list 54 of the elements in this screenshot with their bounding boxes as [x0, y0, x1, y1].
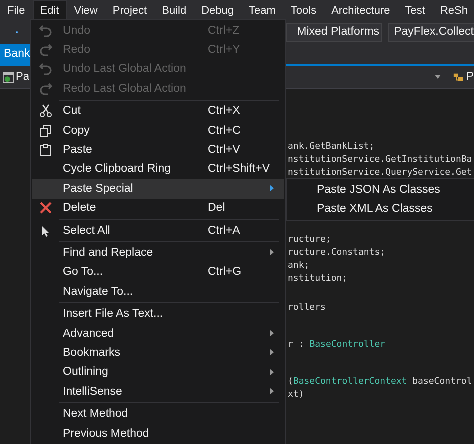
menu-item[interactable]: Debug: [194, 0, 242, 20]
code-line: ructure;: [288, 234, 332, 247]
menu-item[interactable]: Architecture: [324, 0, 398, 20]
menu-item[interactable]: IntelliSense: [32, 382, 284, 402]
menu-item[interactable]: Cycle Clipboard Ring Ctrl+Shift+V: [32, 160, 284, 180]
shortcut-text: Ctrl+Z: [208, 24, 241, 37]
menu-item[interactable]: Team: [242, 0, 284, 20]
dropdown[interactable]: PayFlex.Collect: [388, 22, 474, 42]
menu-item[interactable]: Outlining: [32, 362, 284, 382]
menu-item[interactable]: Paste Special: [32, 179, 284, 199]
shortcut-text: Ctrl+Shift+V: [208, 163, 270, 176]
code-line: rollers: [288, 302, 326, 315]
code-line: r : BaseController: [288, 339, 386, 352]
shortcut-text: Ctrl+A: [208, 224, 242, 237]
code-line: nstitutionService.GetInstitutionBa: [288, 154, 472, 167]
menu-item[interactable]: Next Method: [32, 404, 284, 424]
code-line: nstitution;: [288, 273, 348, 286]
menu-item[interactable]: Test: [398, 0, 433, 20]
menu-item[interactable]: Insert File As Text...: [32, 304, 284, 324]
dropdown[interactable]: Mixed Platforms: [286, 22, 382, 42]
menu-item[interactable]: Edit: [32, 0, 67, 20]
shortcut-text: Ctrl+C: [208, 124, 242, 137]
menu-item[interactable]: Cut Ctrl+X: [32, 102, 284, 121]
menu-item[interactable]: Paste XML As Classes: [287, 200, 474, 219]
shortcut-text: Ctrl+X: [208, 105, 242, 118]
menu-item[interactable]: Bookmarks: [32, 343, 284, 363]
code-line: xt): [288, 389, 304, 402]
menu-item[interactable]: Paste JSON As Classes: [287, 180, 474, 200]
navigation-text: Pa: [16, 71, 30, 83]
menu-item[interactable]: Find and Replace: [32, 243, 284, 263]
menu-item[interactable]: Navigate To...: [32, 282, 284, 302]
menu-item[interactable]: File: [0, 0, 33, 20]
menu-item[interactable]: Previous Method: [32, 424, 284, 444]
menu-item[interactable]: Go To... Ctrl+G: [32, 262, 284, 282]
menu-item[interactable]: Delete Del: [32, 198, 284, 218]
menu-item[interactable]: Build: [154, 0, 194, 20]
code-line: ructure.Constants;: [288, 247, 386, 260]
code-line: nstitutionService.QueryService.Get: [288, 167, 472, 180]
navigation-text: P: [466, 71, 474, 83]
shortcut-text: Ctrl+V: [208, 144, 242, 156]
menu-item[interactable]: Copy Ctrl+C: [32, 120, 284, 140]
code-line: ank;: [288, 260, 310, 273]
shortcut-text: Del: [208, 202, 226, 214]
code-line: ank.GetBankList;: [288, 141, 375, 154]
code-line: (BaseControllerContext baseControl: [288, 376, 472, 389]
menu-item[interactable]: Select All Ctrl+A: [32, 220, 284, 240]
menu-item[interactable]: Advanced: [32, 324, 284, 344]
shortcut-text: Ctrl+G: [208, 266, 243, 278]
menu-item[interactable]: View: [66, 0, 106, 20]
menu-item[interactable]: Project: [105, 0, 155, 20]
shortcut-text: Ctrl+Y: [208, 44, 242, 56]
menu-item[interactable]: Paste Ctrl+V: [32, 140, 284, 160]
menu-item[interactable]: ReSh: [432, 0, 474, 20]
menu-item[interactable]: Tools: [283, 0, 324, 20]
